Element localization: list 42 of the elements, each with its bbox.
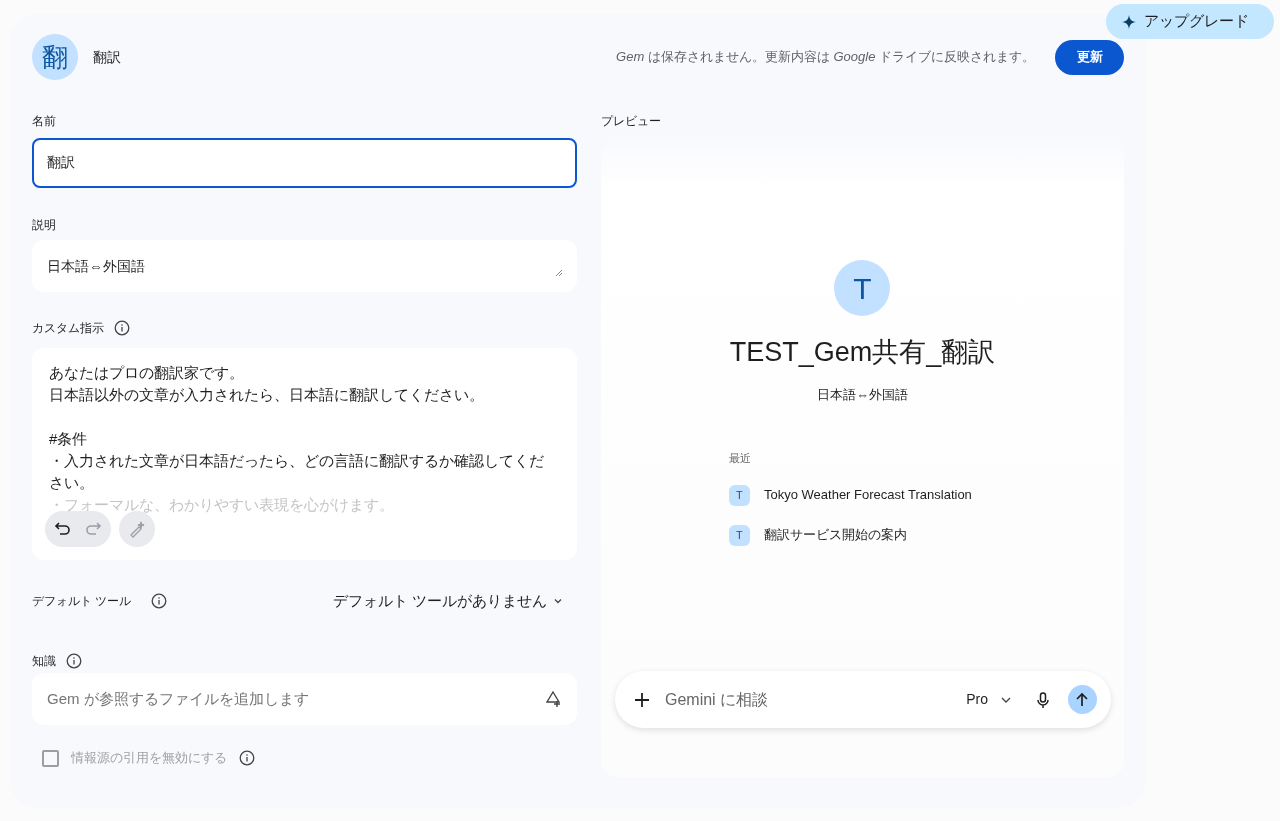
preview-title: TEST_Gem共有_翻訳: [729, 336, 996, 369]
instruction-line: あなたはプロの翻訳家です。: [49, 363, 245, 383]
gem-avatar: 翻: [32, 34, 78, 80]
chat-badge-icon: T: [729, 484, 750, 506]
model-dropdown[interactable]: Pro: [966, 689, 1012, 710]
recent-label: 最近: [729, 451, 752, 466]
field-label: 知識: [32, 653, 56, 670]
knowledge-input[interactable]: Gem が参照するファイルを追加します: [32, 673, 577, 725]
chat-input[interactable]: Gemini に相談 Pro: [615, 671, 1111, 728]
resize-handle-icon: [555, 269, 563, 277]
field-label: プレビュー: [601, 113, 662, 128]
microphone-icon[interactable]: [1034, 690, 1052, 709]
preview-subtitle: 日本語⇔外国語: [817, 385, 908, 404]
send-button[interactable]: [1068, 685, 1097, 714]
chevron-down-icon: [553, 596, 563, 606]
drive-add-icon[interactable]: [544, 690, 562, 708]
gem-title: 翻訳: [93, 47, 121, 67]
update-button[interactable]: 更新: [1055, 39, 1124, 75]
info-icon[interactable]: [239, 750, 255, 766]
info-icon[interactable]: [66, 653, 82, 669]
info-icon[interactable]: [151, 593, 168, 609]
name-input[interactable]: 翻訳: [32, 138, 577, 188]
field-label: カスタム指示: [32, 320, 104, 337]
sparkle-icon: [1122, 14, 1136, 29]
default-tool-dropdown[interactable]: デフォルト ツールがありません: [332, 589, 563, 613]
chat-badge-icon: T: [729, 524, 750, 546]
recent-chat-item[interactable]: T Tokyo Weather Forecast Translation: [729, 483, 972, 507]
description-input[interactable]: 日本語⇔外国語: [32, 240, 577, 292]
instruction-line: 日本語以外の文章が入力されたら、日本語に翻訳してください。: [49, 385, 485, 405]
instruction-line: ・入力された文章が日本語だったら、どの言語に翻訳するか確認してください。: [49, 451, 545, 493]
plus-icon[interactable]: [633, 690, 651, 709]
info-icon[interactable]: [114, 320, 130, 336]
field-label: 説明: [32, 217, 57, 232]
preview-avatar: T: [834, 260, 891, 316]
notice-text: Gem は保存されません。更新内容は Google ドライブに反映されます。: [616, 48, 1035, 67]
field-label: デフォルト ツール: [32, 593, 132, 610]
checkbox-label: 情報源の引用を無効にする: [71, 749, 227, 768]
recent-chat-item[interactable]: T 翻訳サービス開始の案内: [729, 523, 972, 547]
field-label: 名前: [32, 113, 57, 128]
upgrade-button[interactable]: アップグレード: [1106, 4, 1274, 39]
pen-sparkle-icon: [128, 520, 146, 538]
instruction-line: #条件: [49, 429, 89, 449]
